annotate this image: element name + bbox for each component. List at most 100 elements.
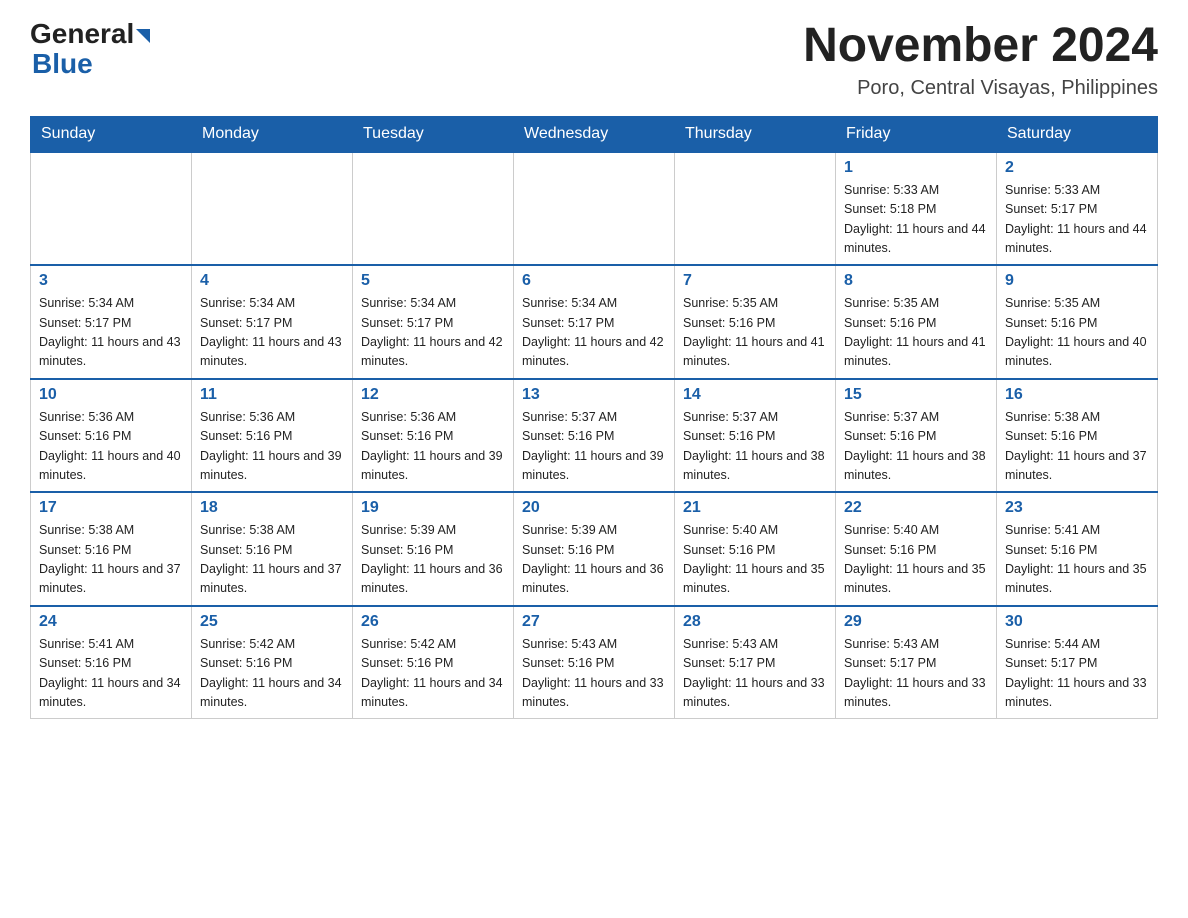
calendar-cell: 11Sunrise: 5:36 AMSunset: 5:16 PMDayligh… xyxy=(192,379,353,493)
day-info: Sunrise: 5:40 AMSunset: 5:16 PMDaylight:… xyxy=(683,521,827,599)
calendar-cell: 1 Sunrise: 5:33 AMSunset: 5:18 PMDaylight… xyxy=(836,152,997,266)
calendar-cell: 5 Sunrise: 5:34 AMSunset: 5:17 PMDaylight… xyxy=(353,265,514,379)
day-info: Sunrise: 5:33 AMSunset: 5:17 PMDaylight:… xyxy=(1005,181,1149,259)
day-number: 14 xyxy=(683,386,827,404)
calendar-cell: 28Sunrise: 5:43 AMSunset: 5:17 PMDayligh… xyxy=(675,606,836,719)
day-info: Sunrise: 5:39 AMSunset: 5:16 PMDaylight:… xyxy=(522,521,666,599)
calendar-cell xyxy=(31,152,192,266)
day-info: Sunrise: 5:37 AMSunset: 5:16 PMDaylight:… xyxy=(683,408,827,486)
day-info: Sunrise: 5:41 AMSunset: 5:16 PMDaylight:… xyxy=(1005,521,1149,599)
day-info: Sunrise: 5:43 AMSunset: 5:16 PMDaylight:… xyxy=(522,635,666,713)
day-info: Sunrise: 5:38 AMSunset: 5:16 PMDaylight:… xyxy=(200,521,344,599)
column-header-sunday: Sunday xyxy=(31,116,192,152)
day-info: Sunrise: 5:34 AMSunset: 5:17 PMDaylight:… xyxy=(361,294,505,372)
calendar-cell: 7 Sunrise: 5:35 AMSunset: 5:16 PMDaylight… xyxy=(675,265,836,379)
day-number: 18 xyxy=(200,499,344,517)
page-title: November 2024 xyxy=(803,20,1158,73)
calendar-cell: 18 Sunrise: 5:38 AMSunset: 5:16 PMDayligh… xyxy=(192,492,353,606)
day-number: 10 xyxy=(39,386,183,404)
day-number: 13 xyxy=(522,386,666,404)
calendar-cell: 2 Sunrise: 5:33 AMSunset: 5:17 PMDaylight… xyxy=(997,152,1158,266)
logo: General Blue xyxy=(30,20,150,80)
day-number: 16 xyxy=(1005,386,1149,404)
day-info: Sunrise: 5:43 AMSunset: 5:17 PMDaylight:… xyxy=(844,635,988,713)
day-number: 7 xyxy=(683,272,827,290)
calendar-cell xyxy=(514,152,675,266)
calendar-cell: 14 Sunrise: 5:37 AMSunset: 5:16 PMDayligh… xyxy=(675,379,836,493)
calendar-cell: 9Sunrise: 5:35 AMSunset: 5:16 PMDaylight… xyxy=(997,265,1158,379)
day-number: 27 xyxy=(522,613,666,631)
logo-triangle-icon xyxy=(136,29,150,43)
day-number: 17 xyxy=(39,499,183,517)
day-number: 8 xyxy=(844,272,988,290)
subtitle: Poro, Central Visayas, Philippines xyxy=(803,77,1158,100)
day-info: Sunrise: 5:37 AMSunset: 5:16 PMDaylight:… xyxy=(844,408,988,486)
calendar-cell: 16 Sunrise: 5:38 AMSunset: 5:16 PMDayligh… xyxy=(997,379,1158,493)
day-number: 6 xyxy=(522,272,666,290)
day-info: Sunrise: 5:36 AMSunset: 5:16 PMDaylight:… xyxy=(361,408,505,486)
calendar-cell: 15Sunrise: 5:37 AMSunset: 5:16 PMDayligh… xyxy=(836,379,997,493)
calendar-cell: 6 Sunrise: 5:34 AMSunset: 5:17 PMDaylight… xyxy=(514,265,675,379)
day-number: 20 xyxy=(522,499,666,517)
page-header: General Blue November 2024 Poro, Central… xyxy=(30,20,1158,100)
calendar-cell: 25 Sunrise: 5:42 AMSunset: 5:16 PMDayligh… xyxy=(192,606,353,719)
day-info: Sunrise: 5:34 AMSunset: 5:17 PMDaylight:… xyxy=(200,294,344,372)
day-number: 29 xyxy=(844,613,988,631)
title-section: November 2024 Poro, Central Visayas, Phi… xyxy=(803,20,1158,100)
logo-blue-text: Blue xyxy=(32,48,93,80)
week-row-5: 24 Sunrise: 5:41 AMSunset: 5:16 PMDayligh… xyxy=(31,606,1158,719)
column-header-saturday: Saturday xyxy=(997,116,1158,152)
day-number: 25 xyxy=(200,613,344,631)
day-info: Sunrise: 5:34 AMSunset: 5:17 PMDaylight:… xyxy=(522,294,666,372)
day-info: Sunrise: 5:38 AMSunset: 5:16 PMDaylight:… xyxy=(39,521,183,599)
calendar-cell: 24 Sunrise: 5:41 AMSunset: 5:16 PMDayligh… xyxy=(31,606,192,719)
day-number: 1 xyxy=(844,159,988,177)
day-info: Sunrise: 5:37 AMSunset: 5:16 PMDaylight:… xyxy=(522,408,666,486)
column-header-thursday: Thursday xyxy=(675,116,836,152)
day-info: Sunrise: 5:33 AMSunset: 5:18 PMDaylight:… xyxy=(844,181,988,259)
day-info: Sunrise: 5:35 AMSunset: 5:16 PMDaylight:… xyxy=(1005,294,1149,372)
day-info: Sunrise: 5:44 AMSunset: 5:17 PMDaylight:… xyxy=(1005,635,1149,713)
column-header-tuesday: Tuesday xyxy=(353,116,514,152)
day-info: Sunrise: 5:36 AMSunset: 5:16 PMDaylight:… xyxy=(200,408,344,486)
calendar-cell xyxy=(353,152,514,266)
calendar-cell: 8 Sunrise: 5:35 AMSunset: 5:16 PMDaylight… xyxy=(836,265,997,379)
day-info: Sunrise: 5:34 AMSunset: 5:17 PMDaylight:… xyxy=(39,294,183,372)
day-number: 19 xyxy=(361,499,505,517)
day-info: Sunrise: 5:35 AMSunset: 5:16 PMDaylight:… xyxy=(844,294,988,372)
day-info: Sunrise: 5:41 AMSunset: 5:16 PMDaylight:… xyxy=(39,635,183,713)
day-info: Sunrise: 5:36 AMSunset: 5:16 PMDaylight:… xyxy=(39,408,183,486)
calendar-cell: 21Sunrise: 5:40 AMSunset: 5:16 PMDayligh… xyxy=(675,492,836,606)
day-info: Sunrise: 5:35 AMSunset: 5:16 PMDaylight:… xyxy=(683,294,827,372)
calendar-cell: 20 Sunrise: 5:39 AMSunset: 5:16 PMDayligh… xyxy=(514,492,675,606)
day-info: Sunrise: 5:43 AMSunset: 5:17 PMDaylight:… xyxy=(683,635,827,713)
calendar-cell xyxy=(192,152,353,266)
column-header-friday: Friday xyxy=(836,116,997,152)
day-number: 2 xyxy=(1005,159,1149,177)
calendar-cell xyxy=(675,152,836,266)
calendar-cell: 22Sunrise: 5:40 AMSunset: 5:16 PMDayligh… xyxy=(836,492,997,606)
column-header-monday: Monday xyxy=(192,116,353,152)
week-row-2: 3Sunrise: 5:34 AMSunset: 5:17 PMDaylight… xyxy=(31,265,1158,379)
day-number: 24 xyxy=(39,613,183,631)
calendar-cell: 27 Sunrise: 5:43 AMSunset: 5:16 PMDayligh… xyxy=(514,606,675,719)
calendar-cell: 17 Sunrise: 5:38 AMSunset: 5:16 PMDayligh… xyxy=(31,492,192,606)
calendar-cell: 10 Sunrise: 5:36 AMSunset: 5:16 PMDayligh… xyxy=(31,379,192,493)
day-number: 23 xyxy=(1005,499,1149,517)
day-number: 30 xyxy=(1005,613,1149,631)
logo-general-text: General xyxy=(30,20,134,48)
calendar-cell: 23 Sunrise: 5:41 AMSunset: 5:16 PMDayligh… xyxy=(997,492,1158,606)
day-info: Sunrise: 5:42 AMSunset: 5:16 PMDaylight:… xyxy=(200,635,344,713)
calendar-cell: 30 Sunrise: 5:44 AMSunset: 5:17 PMDayligh… xyxy=(997,606,1158,719)
header-row: SundayMondayTuesdayWednesdayThursdayFrid… xyxy=(31,116,1158,152)
day-info: Sunrise: 5:42 AMSunset: 5:16 PMDaylight:… xyxy=(361,635,505,713)
day-number: 26 xyxy=(361,613,505,631)
day-number: 4 xyxy=(200,272,344,290)
day-number: 5 xyxy=(361,272,505,290)
day-info: Sunrise: 5:39 AMSunset: 5:16 PMDaylight:… xyxy=(361,521,505,599)
logo-top: General xyxy=(30,20,150,48)
day-info: Sunrise: 5:38 AMSunset: 5:16 PMDaylight:… xyxy=(1005,408,1149,486)
week-row-4: 17 Sunrise: 5:38 AMSunset: 5:16 PMDayligh… xyxy=(31,492,1158,606)
day-info: Sunrise: 5:40 AMSunset: 5:16 PMDaylight:… xyxy=(844,521,988,599)
week-row-1: 1 Sunrise: 5:33 AMSunset: 5:18 PMDaylight… xyxy=(31,152,1158,266)
